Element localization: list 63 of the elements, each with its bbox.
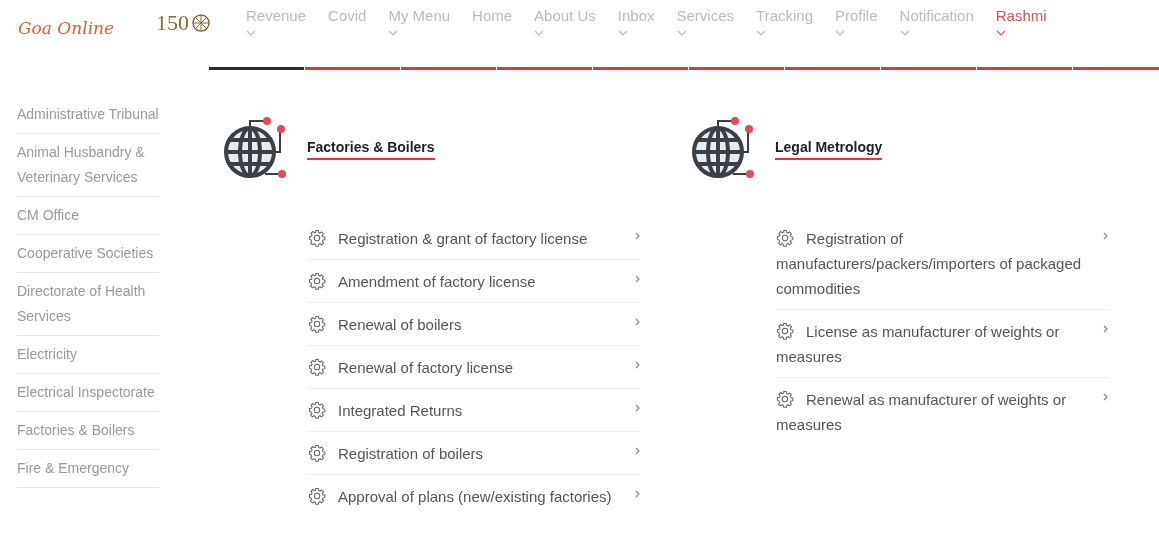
sidebar-link[interactable]: Fire & Emergency: [17, 450, 159, 488]
gear-icon: [308, 444, 326, 462]
chevron-down-icon: [899, 30, 910, 36]
nav-menu-item[interactable]: Notification: [899, 0, 974, 36]
chevron-right-icon: [635, 232, 640, 240]
nav-menu-item[interactable]: Rashmi: [995, 0, 1047, 36]
chevron-right-icon: [635, 361, 640, 369]
chevron-right-icon: [635, 447, 640, 455]
department-title: Factories & Boilers: [307, 138, 435, 160]
sidebar-link[interactable]: Administrative Tribunal: [17, 96, 159, 134]
nav-menu-item[interactable]: Home: [472, 0, 513, 36]
service-link[interactable]: Integrated Returns: [308, 389, 640, 432]
nav-menu-item[interactable]: Inbox: [617, 0, 655, 36]
sidebar-link[interactable]: Electricity: [17, 336, 159, 374]
service-link[interactable]: Renewal of factory license: [308, 346, 640, 389]
gear-icon: [308, 401, 326, 419]
gear-icon: [776, 390, 794, 408]
service-link[interactable]: Renewal of boilers: [308, 303, 640, 346]
sidebar-link[interactable]: Electrical Inspectorate: [17, 374, 159, 412]
gear-icon: [776, 229, 794, 247]
chevron-right-icon: [1103, 393, 1108, 401]
gear-icon: [308, 315, 326, 333]
service-link[interactable]: Amendment of factory license: [308, 260, 640, 303]
gear-icon: [776, 322, 794, 340]
gear-icon: [308, 229, 326, 247]
chevron-right-icon: [635, 318, 640, 326]
site-logo[interactable]: Goa Online: [18, 18, 138, 38]
chevron-down-icon: [756, 30, 767, 36]
nav-menu-item[interactable]: My Menu: [388, 0, 451, 36]
gear-icon: [308, 487, 326, 505]
service-link[interactable]: License as manufacturer of weights or measures: [776, 310, 1108, 378]
gear-icon: [308, 358, 326, 376]
chevron-down-icon: [835, 30, 845, 36]
department-title: Legal Metrology: [775, 138, 883, 160]
chevron-right-icon: [1103, 325, 1108, 333]
nav-menu-item[interactable]: Profile: [835, 0, 878, 36]
chevron-right-icon: [635, 490, 640, 498]
sidebar-link[interactable]: Animal Husbandry & Veterinary Services: [17, 134, 159, 197]
chevron-right-icon: [1103, 232, 1108, 240]
gear-icon: [308, 272, 326, 290]
sidebar-link[interactable]: Factories & Boilers: [17, 412, 159, 450]
service-link[interactable]: Registration of manufacturers/packers/importers of packaged commodities: [776, 217, 1108, 310]
service-link[interactable]: Registration of boilers: [308, 432, 640, 475]
chevron-down-icon: [246, 30, 256, 36]
chevron-down-icon: [388, 30, 399, 36]
sidebar-link[interactable]: CM Office: [17, 197, 159, 235]
service-link[interactable]: Approval of plans (new/existing factories): [308, 475, 640, 517]
chevron-down-icon: [995, 30, 1006, 36]
sidebar-link[interactable]: Cooperative Societies: [17, 235, 159, 273]
nav-menu-item[interactable]: Services: [676, 0, 735, 36]
chevron-down-icon: [534, 30, 545, 36]
nav-menu-item[interactable]: About Us: [534, 0, 596, 36]
chevron-right-icon: [635, 275, 640, 283]
sidebar-link[interactable]: Directorate of Health Services: [17, 273, 159, 336]
chevron-down-icon: [617, 30, 628, 36]
service-link[interactable]: Renewal as manufacturer of weights or measures: [776, 378, 1108, 445]
service-link[interactable]: Registration & grant of factory license: [308, 217, 640, 260]
nav-menu-item[interactable]: Tracking: [756, 0, 813, 36]
nav-menu-item[interactable]: Covid: [328, 0, 367, 36]
chevron-right-icon: [635, 404, 640, 412]
nav-menu-item[interactable]: Revenue: [246, 0, 307, 36]
anniversary-logo: 150: [156, 10, 246, 36]
chevron-down-icon: [676, 30, 687, 36]
